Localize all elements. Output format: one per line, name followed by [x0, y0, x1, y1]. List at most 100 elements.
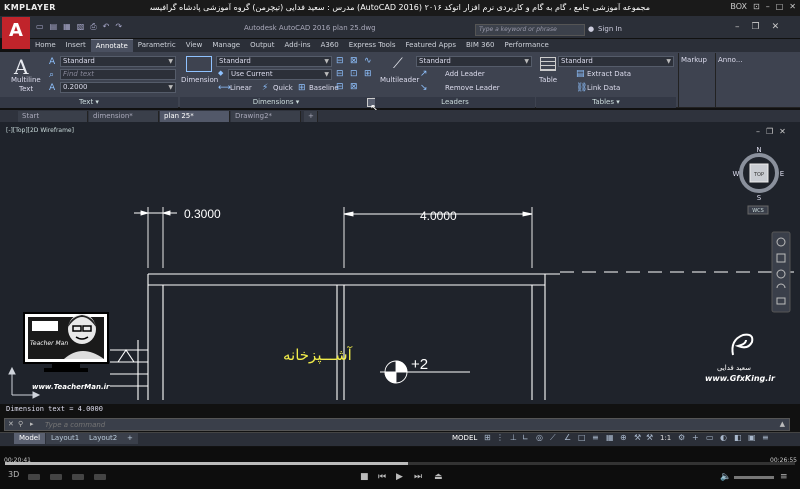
dim-layer-select[interactable]: Use Current ▼	[228, 69, 332, 80]
multiline-text-label[interactable]: Multiline	[11, 76, 41, 84]
volume-icon[interactable]: 🔈	[720, 472, 731, 482]
prev-icon[interactable]: ⏮	[378, 472, 386, 482]
maximize-icon[interactable]: □	[776, 2, 784, 11]
minimize-icon[interactable]: –	[766, 2, 770, 11]
tables-panel-title[interactable]: Tables ▾	[536, 97, 676, 108]
ribbon-tab-add-ins[interactable]: Add-ins	[279, 39, 315, 52]
find-text-input[interactable]: Find text	[60, 69, 176, 80]
lineweight-icon[interactable]: ≡	[592, 433, 599, 442]
acad-restore-icon[interactable]: ❐	[752, 22, 760, 32]
text-style-select[interactable]: Standard ▼	[60, 56, 176, 67]
grid-icon[interactable]: ⊞	[484, 433, 491, 442]
drawing-svg[interactable]: 0.3000 4.0000 +2 آشـــپزخانه TOP N S E W…	[0, 122, 800, 404]
auto-scale-icon[interactable]: ⚒	[646, 433, 653, 442]
layout-tab-layout2[interactable]: Layout2	[84, 433, 123, 444]
dimension-icon[interactable]	[186, 56, 212, 72]
annotation-panel-title[interactable]: Anno...	[718, 56, 743, 64]
file-tab-dimension[interactable]: dimension*	[89, 111, 159, 122]
search-input[interactable]: Type a keyword or phrase	[475, 24, 585, 36]
playlist-icon[interactable]: ≡	[780, 472, 788, 482]
player-option-2[interactable]	[50, 474, 62, 480]
polar-icon[interactable]: ◎	[536, 433, 543, 442]
dim-tool-icon-5[interactable]: ⊞	[364, 69, 372, 79]
new-tab-button[interactable]: +	[304, 111, 318, 122]
hardware-accel-icon[interactable]: ◧	[734, 433, 742, 442]
text-panel-title[interactable]: Text ▾	[0, 97, 178, 108]
transparency-icon[interactable]: ▦	[606, 433, 614, 442]
leaders-panel-title[interactable]: Leaders	[375, 97, 535, 108]
dim-tool-icon-4[interactable]: ⊡	[350, 69, 358, 79]
drawing-canvas[interactable]: 0.3000 4.0000 +2 آشـــپزخانه TOP N S E W…	[0, 122, 800, 404]
markup-panel-title[interactable]: Markup	[681, 56, 707, 64]
acad-minimize-icon[interactable]: –	[735, 22, 740, 32]
dim-tool-icon-8[interactable]: ∿	[364, 56, 372, 66]
dim-tool-icon-7[interactable]: ⊠	[350, 82, 358, 92]
ribbon-tab-manage[interactable]: Manage	[207, 39, 245, 52]
acad-close-icon[interactable]: ✕	[772, 22, 780, 32]
print-icon[interactable]: ⎙	[90, 22, 96, 32]
volume-slider[interactable]	[734, 476, 774, 479]
player-option-1[interactable]	[28, 474, 40, 480]
ribbon-tab-home[interactable]: Home	[30, 39, 61, 52]
layout-tab-layout1[interactable]: Layout1	[46, 433, 85, 444]
save-as-icon[interactable]: ▧	[77, 22, 85, 32]
stop-icon[interactable]: ■	[360, 472, 369, 482]
dimension-button[interactable]: Dimension	[181, 76, 218, 84]
text-height-select[interactable]: 0.2000 ▼	[60, 82, 176, 93]
application-menu-button[interactable]: A	[2, 17, 30, 49]
dimensions-panel-title[interactable]: Dimensions ▾	[180, 97, 372, 108]
add-icon[interactable]: +	[692, 433, 699, 442]
annotation-visibility-icon[interactable]: ⚒	[634, 433, 641, 442]
ribbon-tab-insert[interactable]: Insert	[61, 39, 91, 52]
selection-cycling-icon[interactable]: ⊕	[620, 433, 627, 442]
multileader-icon[interactable]: ⟋	[393, 56, 403, 72]
quick-button[interactable]: Quick	[273, 84, 293, 92]
baseline-button[interactable]: Baseline	[309, 84, 339, 92]
dim-tool-icon-1[interactable]: ⊟	[336, 56, 344, 66]
new-file-icon[interactable]: ▭	[36, 22, 44, 32]
player-option-3[interactable]	[72, 474, 84, 480]
units-icon[interactable]: ▭	[706, 433, 714, 442]
user-icon[interactable]: ●	[588, 25, 594, 33]
command-input[interactable]	[45, 420, 445, 430]
3d-toggle-icon[interactable]: 3D	[8, 470, 19, 479]
clean-screen-icon[interactable]: ▣	[748, 433, 756, 442]
table-style-select[interactable]: Standard ▼	[558, 56, 674, 67]
command-expand-icon[interactable]: ▲	[780, 420, 785, 428]
dim-tool-icon-3[interactable]: ⊟	[336, 69, 344, 79]
table-button[interactable]: Table	[539, 76, 557, 84]
dim-style-select[interactable]: Standard ▼	[216, 56, 332, 67]
command-close-icon[interactable]: ✕	[8, 420, 14, 428]
multileader-button[interactable]: Multileader	[380, 76, 419, 84]
table-icon[interactable]	[540, 57, 556, 71]
remove-leader-button[interactable]: Remove Leader	[445, 84, 500, 92]
player-option-4[interactable]	[94, 474, 106, 480]
osnap-icon[interactable]: □	[578, 433, 586, 442]
ribbon-tab-bim-360[interactable]: BIM 360	[461, 39, 500, 52]
isodraft-icon[interactable]: ⟋	[550, 433, 556, 443]
viewport-controls[interactable]: [-][Top][2D Wireframe]	[6, 127, 74, 134]
otrack-icon[interactable]: ∠	[564, 433, 571, 442]
link-data-button[interactable]: Link Data	[587, 84, 620, 92]
ribbon-tab-express-tools[interactable]: Express Tools	[344, 39, 401, 52]
close-icon[interactable]: ✕	[789, 2, 796, 11]
player-box-button[interactable]: BOX	[730, 2, 747, 11]
navigation-bar[interactable]	[771, 231, 791, 313]
ribbon-tab-featured-apps[interactable]: Featured Apps	[401, 39, 461, 52]
play-icon[interactable]: ▶	[396, 472, 403, 482]
command-customize-icon[interactable]: ⚲	[18, 420, 23, 428]
add-leader-button[interactable]: Add Leader	[445, 70, 485, 78]
file-tab-start[interactable]: Start	[18, 111, 88, 122]
snap-icon[interactable]: ⋮	[496, 433, 504, 442]
ortho-icon[interactable]: ∟	[522, 433, 529, 442]
next-icon[interactable]: ⏭	[414, 472, 422, 482]
view-cube[interactable]: TOP N S E W WCS	[733, 146, 785, 215]
layout-tab-model[interactable]: Model	[14, 433, 46, 444]
canvas-close-icon[interactable]: ✕	[779, 127, 786, 136]
model-space-button[interactable]: MODEL	[452, 434, 477, 442]
canvas-minimize-icon[interactable]: –	[756, 127, 760, 136]
new-layout-button[interactable]: +	[122, 433, 138, 444]
customize-status-icon[interactable]: ≡	[762, 433, 769, 442]
dim-tool-icon-2[interactable]: ⊠	[350, 56, 358, 66]
extract-data-button[interactable]: Extract Data	[587, 70, 631, 78]
